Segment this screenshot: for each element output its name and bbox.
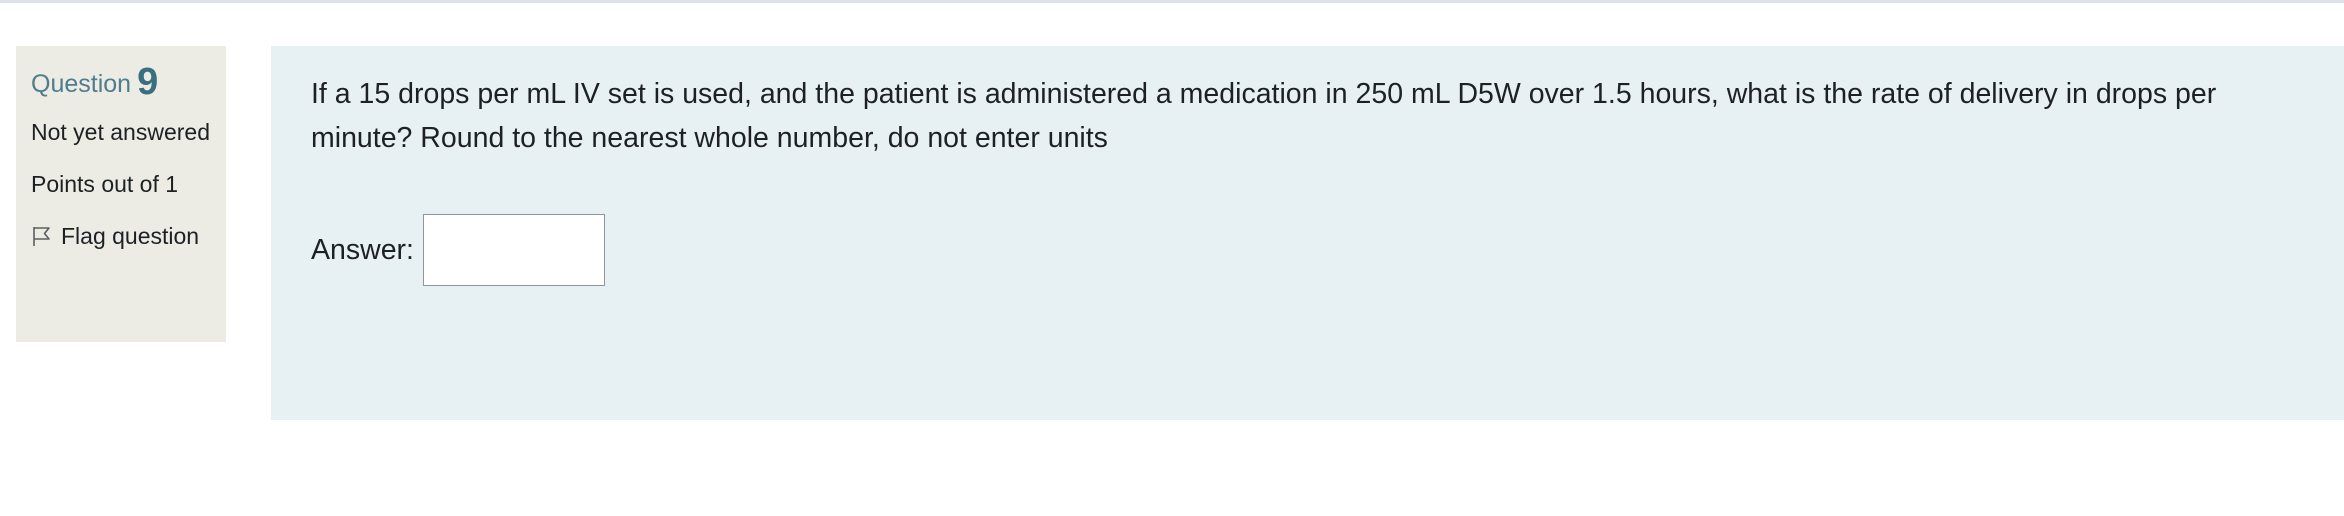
top-divider [0, 0, 2344, 3]
question-heading: Question 9 [31, 60, 211, 104]
question-info-panel: Question 9 Not yet answered Points out of… [16, 46, 226, 342]
question-content-panel: If a 15 drops per mL IV set is used, and… [271, 46, 2344, 420]
flag-question-link[interactable]: Flag question [31, 218, 211, 254]
question-state: Not yet answered [31, 119, 210, 145]
question-grade: Points out of 1 [31, 171, 179, 197]
flag-icon [33, 227, 50, 246]
answer-row: Answer: [311, 214, 2304, 286]
question-text: If a 15 drops per mL IV set is used, and… [311, 78, 2217, 154]
flag-question-label: Flag question [61, 223, 200, 249]
question-number: 9 [137, 61, 159, 103]
answer-input[interactable] [422, 214, 605, 286]
answer-label: Answer: [311, 233, 414, 266]
question-label: Question [31, 70, 132, 98]
